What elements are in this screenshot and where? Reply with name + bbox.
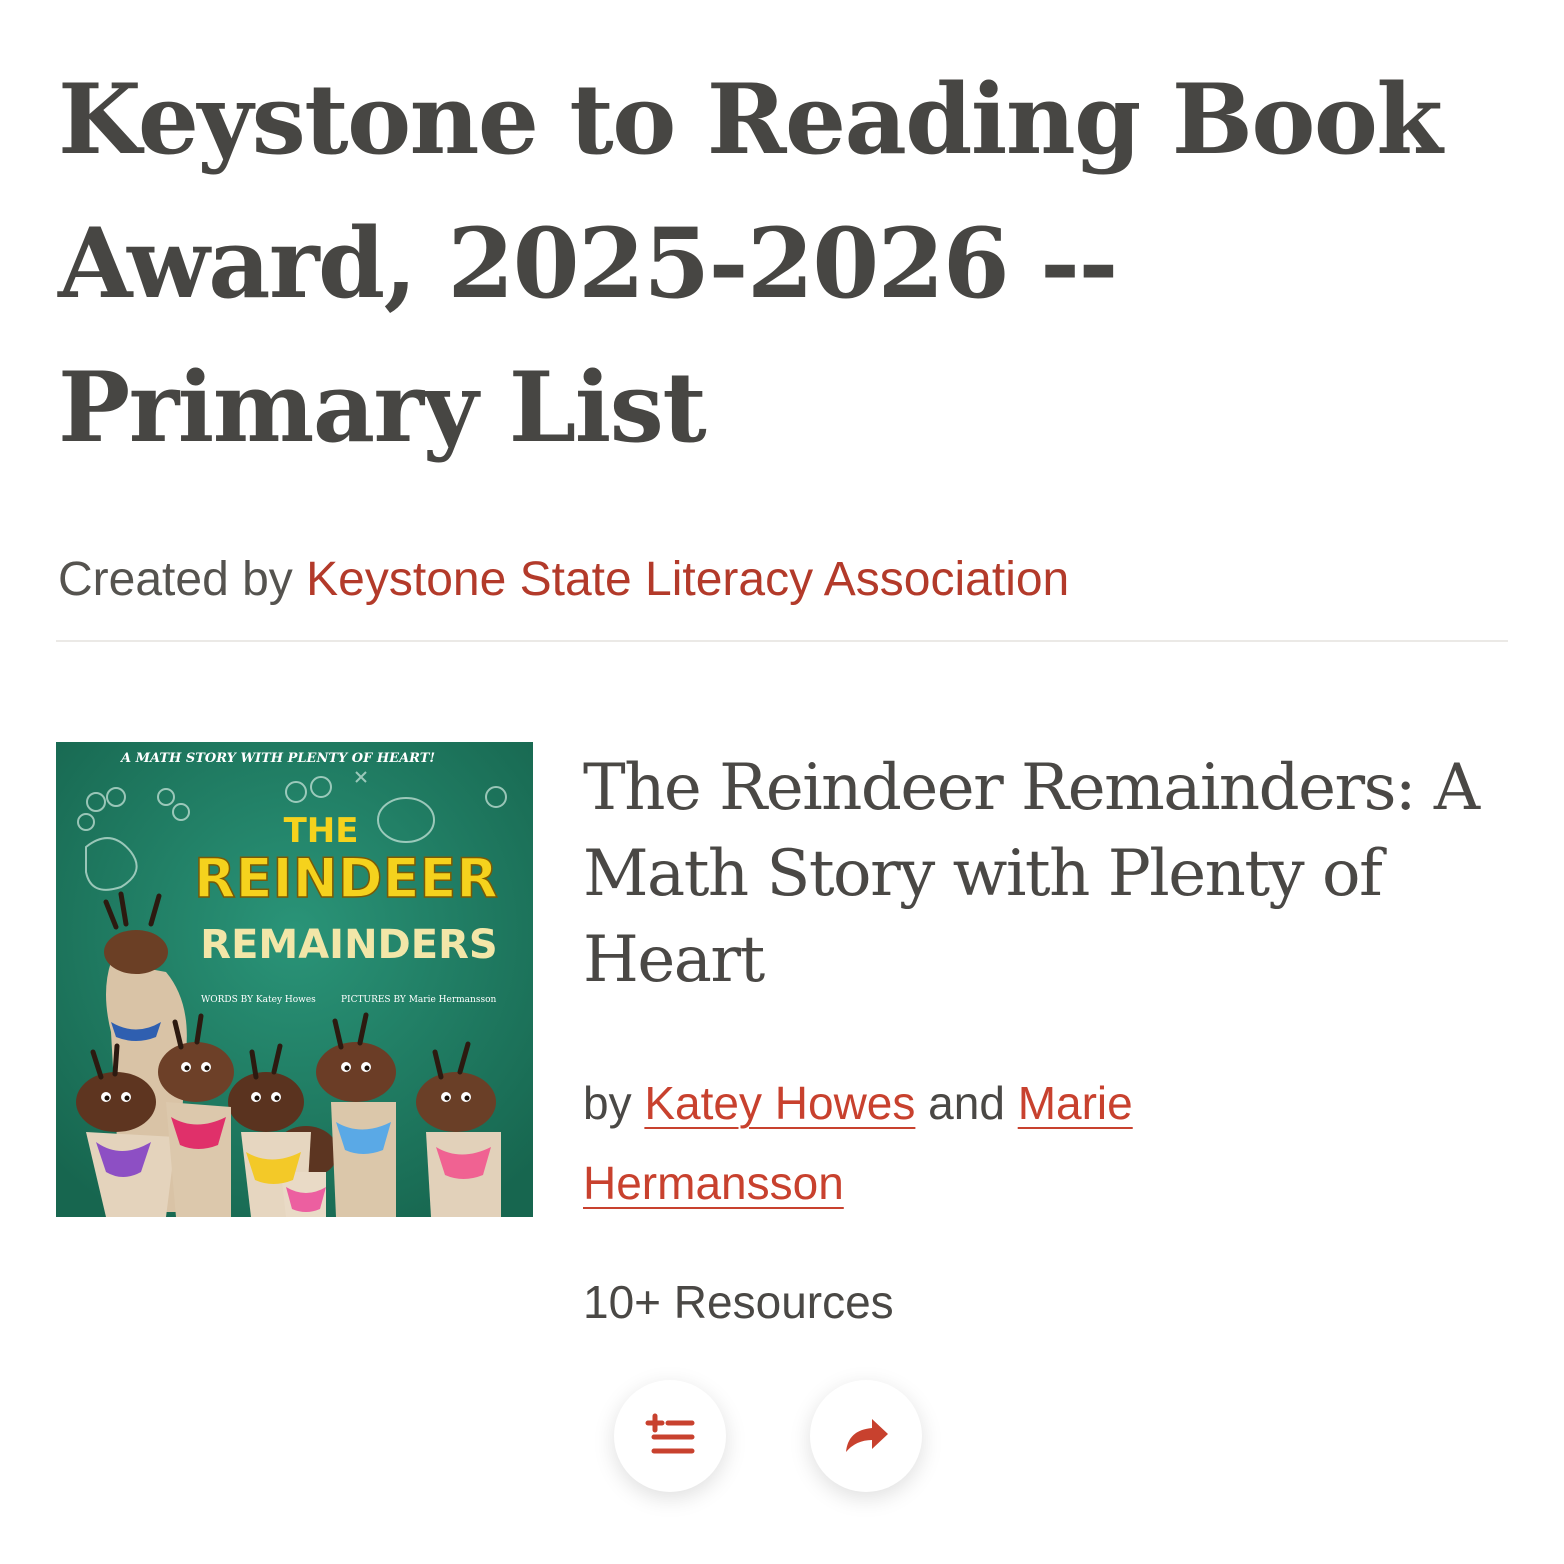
cover-title-line3: REMAINDERS	[200, 922, 497, 968]
book-cover-art: A MATH STORY WITH PLENTY OF HEART! THE R…	[56, 742, 533, 1217]
cover-title-line2: REINDEER	[194, 847, 498, 910]
divider	[56, 640, 1508, 642]
cover-words-credit: WORDS BY Katey Howes	[201, 995, 316, 1005]
share-icon	[846, 1419, 888, 1452]
author-link[interactable]: Katey Howes	[644, 1077, 915, 1129]
cover-pictures-credit: PICTURES BY Marie Hermansson	[341, 995, 496, 1005]
cover-tagline: A MATH STORY WITH PLENTY OF HEART!	[119, 751, 435, 766]
add-to-list-button[interactable]	[614, 1380, 726, 1492]
byline-conjunction: and	[928, 1077, 1005, 1129]
byline-prefix: by	[583, 1077, 632, 1129]
book-byline: by Katey Howes and Marie Hermansson	[583, 1063, 1343, 1223]
cover-title-line1: THE	[284, 811, 359, 851]
share-button[interactable]	[810, 1380, 922, 1492]
book-title[interactable]: The Reindeer Remainders: A Math Story wi…	[583, 745, 1483, 1003]
created-by-line: Created by Keystone State Literacy Assoc…	[58, 548, 1069, 612]
page-title: Keystone to Reading Book Award, 2025-202…	[58, 63, 1443, 464]
creator-link[interactable]: Keystone State Literacy Association	[306, 553, 1069, 606]
resources-count: 10+ Resources	[583, 1276, 894, 1328]
add-to-list-icon	[645, 1413, 695, 1454]
created-by-label: Created by	[58, 553, 293, 606]
book-cover[interactable]: A MATH STORY WITH PLENTY OF HEART! THE R…	[56, 742, 533, 1217]
